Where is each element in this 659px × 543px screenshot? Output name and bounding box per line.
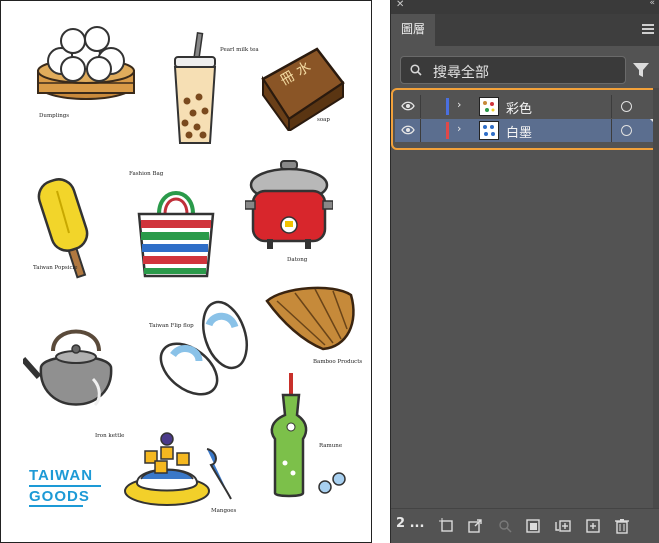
- label-datong: Datong: [287, 257, 308, 263]
- trash-icon[interactable]: [614, 518, 630, 534]
- close-icon[interactable]: ✕: [396, 0, 404, 10]
- fashion-bag-illustration[interactable]: [135, 184, 217, 280]
- search-input[interactable]: 搜尋全部: [400, 56, 626, 84]
- layer-thumbnail: [479, 121, 499, 140]
- separator: [611, 119, 612, 142]
- panel-titlebar: ✕ «: [391, 0, 659, 14]
- artboard[interactable]: Dumplings Pearl milk tea 冊 水 soap Fashio…: [0, 0, 372, 543]
- panel-footer: 2 ...: [391, 508, 659, 543]
- brand-underline: [29, 485, 101, 487]
- layer-color-bar: [446, 98, 449, 115]
- search-placeholder: 搜尋全部: [433, 65, 489, 81]
- flip-flop-illustration[interactable]: [151, 299, 257, 405]
- chevron-right-icon[interactable]: ›: [457, 122, 461, 135]
- separator: [611, 95, 612, 118]
- label-ramune: Ramune: [319, 443, 343, 449]
- label-bamboo-products: Bamboo Products: [313, 359, 363, 365]
- artboard-collect-icon[interactable]: [439, 518, 455, 534]
- layer-name[interactable]: 白墨: [506, 122, 532, 141]
- new-sublayer-icon[interactable]: [555, 518, 571, 534]
- dumplings-illustration[interactable]: [31, 23, 141, 113]
- layer-color-bar: [446, 122, 449, 139]
- separator: [420, 95, 421, 118]
- locate-object-icon[interactable]: [497, 518, 513, 534]
- search-icon: [410, 64, 422, 76]
- panel-scrollbar[interactable]: [653, 88, 659, 508]
- panel-menu-icon[interactable]: [642, 24, 654, 34]
- chevron-right-icon[interactable]: ›: [457, 98, 461, 111]
- clipping-mask-icon[interactable]: [525, 518, 541, 534]
- new-layer-icon[interactable]: [585, 518, 601, 534]
- brand-underline-2: [29, 505, 83, 507]
- panel-tab-row: 圖層: [391, 14, 659, 46]
- layers-panel: ✕ « 圖層 搜尋全部 › 彩色 › 白墨 2 ...: [390, 0, 659, 543]
- ramune-illustration[interactable]: [267, 373, 351, 499]
- target-circle-icon[interactable]: [621, 101, 632, 112]
- eye-icon[interactable]: [401, 101, 415, 111]
- layer-count: 2 ...: [396, 516, 425, 531]
- mango-ice-illustration[interactable]: [123, 429, 243, 511]
- kettle-illustration[interactable]: [23, 319, 129, 423]
- layer-row-selected[interactable]: › 白墨: [395, 119, 657, 142]
- label-iron-kettle: Iron kettle: [95, 433, 125, 439]
- milk-tea-illustration[interactable]: [165, 31, 225, 151]
- label-fashion-bag: Fashion Bag: [129, 171, 164, 177]
- label-mangoes: Mangoes: [211, 508, 237, 514]
- export-icon[interactable]: [467, 518, 483, 534]
- collapse-icon[interactable]: «: [649, 0, 654, 8]
- layer-thumbnail: [479, 97, 499, 116]
- label-soap: soap: [317, 117, 330, 123]
- eye-icon[interactable]: [401, 125, 415, 135]
- layers-highlight: › 彩色 › 白墨: [391, 88, 659, 150]
- layer-row[interactable]: › 彩色: [395, 95, 657, 118]
- label-pearl-milk-tea: Pearl milk tea: [220, 47, 259, 53]
- target-circle-icon[interactable]: [621, 125, 632, 136]
- brand-goods: GOODS: [29, 488, 90, 505]
- label-dumplings: Dumplings: [39, 113, 70, 119]
- screen: Dumplings Pearl milk tea 冊 水 soap Fashio…: [0, 0, 659, 543]
- bamboo-hat-illustration[interactable]: [263, 283, 359, 353]
- label-taiwan-popsicle: Taiwan Popsicle: [33, 265, 78, 271]
- tab-layers[interactable]: 圖層: [391, 14, 435, 46]
- label-taiwan-flip-flop: Taiwan Flip flop: [149, 323, 194, 329]
- filter-icon[interactable]: [632, 61, 650, 79]
- rice-cooker-illustration[interactable]: [245, 157, 333, 253]
- brand-taiwan: TAIWAN: [29, 467, 94, 484]
- separator: [420, 119, 421, 142]
- soap-illustration[interactable]: [255, 39, 347, 131]
- layer-name[interactable]: 彩色: [506, 98, 532, 117]
